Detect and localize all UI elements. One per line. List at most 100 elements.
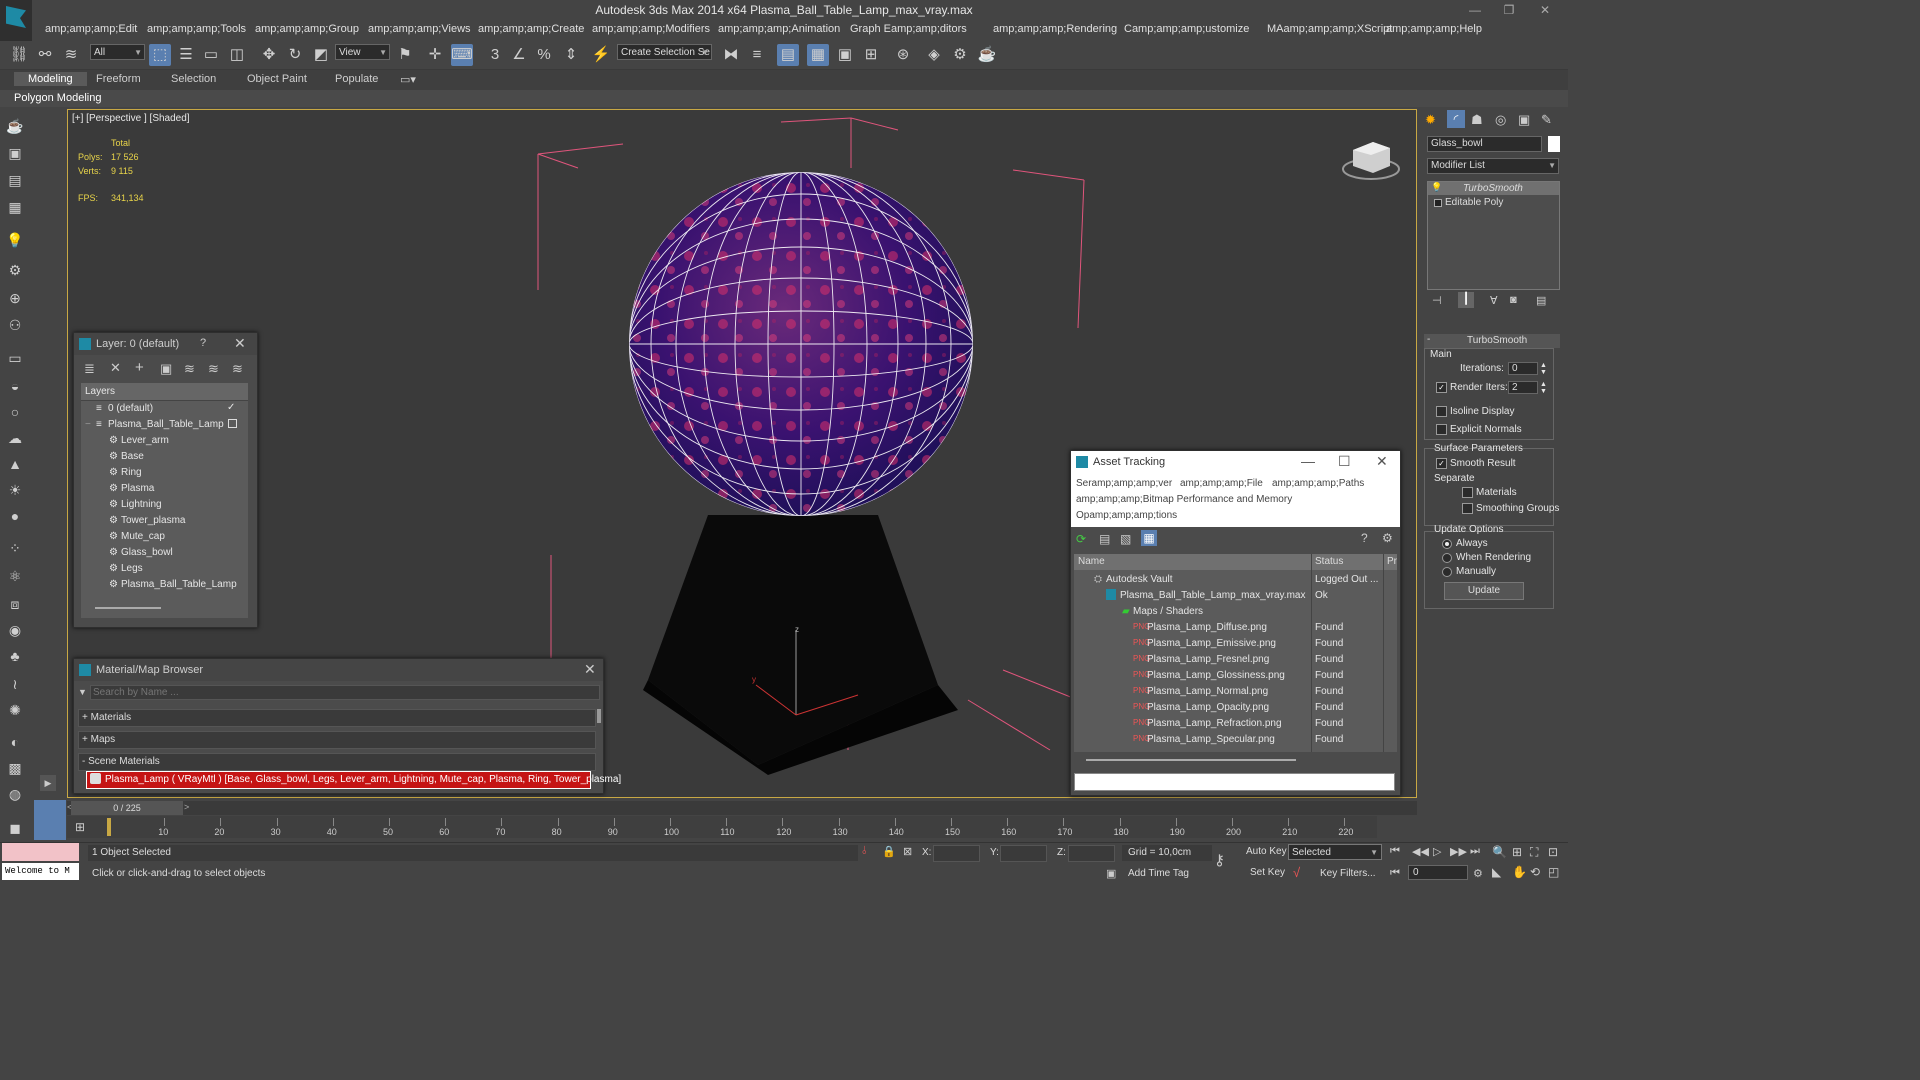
menu-server[interactable]: Seramp;amp;amp;ver — [1076, 478, 1172, 489]
new-layer-icon[interactable]: ≣ — [84, 361, 95, 377]
menu-rendering[interactable]: amp;amp;amp;Rendering — [993, 23, 1117, 35]
light-icon[interactable]: 💡 — [4, 230, 26, 250]
dynamics-icon[interactable]: ⚛ — [4, 566, 26, 586]
mirror-icon[interactable]: ⧓ — [720, 44, 742, 66]
table-view-icon[interactable]: ▦ — [1141, 530, 1157, 546]
material-search-input[interactable] — [90, 685, 600, 700]
bulb-icon[interactable]: 💡 — [1431, 182, 1442, 193]
pan-icon[interactable]: ✋ — [1512, 865, 1527, 879]
close-icon[interactable]: ✕ — [584, 661, 596, 678]
vfb-icon[interactable]: ▩ — [4, 758, 26, 778]
render-icon[interactable]: ☕ — [976, 44, 998, 66]
object-color-swatch[interactable] — [1548, 136, 1560, 152]
cloud-icon[interactable]: ☁ — [4, 428, 26, 448]
manually-radio[interactable] — [1442, 567, 1452, 577]
menu-edit[interactable]: amp;amp;amp;Edit — [45, 23, 137, 35]
percent-snap-icon[interactable]: % — [533, 44, 555, 66]
close-icon[interactable]: ✕ — [1536, 3, 1554, 17]
stack-item-editable-poly[interactable]: Editable Poly — [1428, 196, 1559, 209]
update-button[interactable]: Update — [1444, 582, 1524, 600]
bind-space-warp-icon[interactable]: ≋ — [60, 44, 82, 66]
help-icon[interactable]: ? — [1361, 531, 1368, 545]
layer-row[interactable]: ⚙ Lever_arm — [81, 433, 248, 449]
maximize-viewport-icon[interactable]: ◰ — [1548, 865, 1559, 879]
time-config-icon[interactable]: ⚙ — [1473, 867, 1483, 880]
named-selection-set-select[interactable]: Create Selection Se ▼ — [617, 44, 712, 60]
hierarchy-tab-icon[interactable]: ☗ — [1471, 112, 1483, 128]
scene-material-item[interactable]: Plasma_Lamp ( VRayMtl ) [Base, Glass_bow… — [86, 771, 621, 789]
asset-row[interactable]: PNG Plasma_Lamp_Opacity.png Found — [1074, 700, 1397, 716]
proxy-icon[interactable]: ⧈ — [4, 594, 26, 614]
absolute-mode-icon[interactable]: ⊠ — [903, 845, 912, 858]
zoom-all-icon[interactable]: ⊞ — [1512, 845, 1522, 859]
render-setup-icon[interactable]: ⚙ — [949, 44, 971, 66]
key-mode-icon[interactable]: √ — [1293, 865, 1300, 880]
browser-options-icon[interactable]: ▼ — [78, 687, 87, 697]
add-to-layer-icon[interactable]: + — [135, 359, 144, 376]
viewport-label[interactable]: [+] [Perspective ] [Shaded] — [72, 113, 190, 124]
object-name-field[interactable]: Glass_bowl — [1427, 136, 1542, 152]
hide-layer-icon[interactable]: ≋ — [208, 361, 219, 377]
lock-icon[interactable]: 🔒 — [882, 845, 896, 858]
link-icon[interactable]: ⛓ — [8, 44, 30, 66]
edit-named-selection-icon[interactable]: ⚡ — [590, 44, 612, 66]
asset-row[interactable]: PNG Plasma_Lamp_Normal.png Found — [1074, 684, 1397, 700]
layer-row[interactable]: ≡ 0 (default) ✓ — [81, 401, 248, 417]
always-radio[interactable] — [1442, 539, 1452, 549]
spinner-arrows-icon[interactable]: ▲ ▼ — [1540, 381, 1547, 395]
next-frame-icon[interactable]: > — [184, 802, 189, 812]
tree-view-icon[interactable]: ▧ — [1120, 532, 1131, 546]
display-tab-icon[interactable]: ▣ — [1518, 112, 1530, 128]
helper-icon[interactable]: ⊕ — [4, 288, 26, 308]
selection-filter-select[interactable]: All ▼ — [90, 44, 145, 60]
ribbon-options-icon[interactable]: ▭▾ — [400, 73, 416, 86]
asset-row[interactable]: PNG Plasma_Lamp_Emissive.png Found — [1074, 636, 1397, 652]
horizontal-scrollbar[interactable] — [95, 607, 161, 609]
make-unique-icon[interactable]: ∀ — [1490, 294, 1498, 307]
spinner-arrows-icon[interactable]: ▲ ▼ — [1540, 362, 1547, 376]
menu-options[interactable]: Opamp;amp;amp;tions — [1076, 510, 1177, 521]
teapot-icon[interactable]: ☕ — [4, 116, 26, 136]
materials-checkbox[interactable] — [1462, 487, 1473, 498]
window-crossing-icon[interactable]: ◫ — [226, 44, 248, 66]
column-status[interactable]: Status — [1315, 556, 1343, 567]
tab-freeform[interactable]: Freeform — [96, 73, 141, 85]
filter-icon[interactable]: ⊞ — [75, 820, 85, 834]
layer-row[interactable]: − ≡ Plasma_Ball_Table_Lamp — [81, 417, 248, 433]
go-to-end-icon[interactable]: ⏭ — [1470, 845, 1480, 858]
render-vray-icon[interactable]: ◍ — [4, 784, 26, 804]
y-coordinate-field[interactable] — [1000, 845, 1047, 862]
snaps-toggle-icon[interactable]: 3 — [484, 44, 506, 66]
camera-icon[interactable]: ⚙ — [4, 260, 26, 280]
rotate-icon[interactable]: ↻ — [284, 44, 306, 66]
manipulate-icon[interactable]: ✛ — [424, 44, 446, 66]
list-view-icon[interactable]: ▤ — [1099, 532, 1110, 546]
play-icon[interactable]: ▷ — [1433, 845, 1441, 858]
expand-icon[interactable] — [1434, 199, 1442, 207]
material-editor-icon[interactable]: ◈ — [923, 44, 945, 66]
cone-icon[interactable]: ▲ — [4, 454, 26, 474]
modifier-list-select[interactable]: Modifier List ▼ — [1427, 158, 1559, 174]
highlight-layer-icon[interactable]: ≋ — [184, 361, 195, 377]
materials-section[interactable]: + Materials — [78, 709, 596, 727]
remove-modifier-icon[interactable]: ◙ — [1510, 294, 1517, 306]
menu-paths[interactable]: amp;amp;amp;Paths — [1272, 478, 1364, 489]
fur-icon[interactable]: ✺ — [4, 700, 26, 720]
minimize-icon[interactable]: — — [1301, 453, 1315, 469]
show-end-result-icon[interactable]: ┃ — [1458, 292, 1474, 308]
time-slider-thumb[interactable]: 0 / 225 — [71, 801, 183, 815]
settings-icon[interactable]: ⚙ — [1382, 531, 1393, 545]
angle-snap-icon[interactable]: ∠ — [508, 44, 530, 66]
utilities-tab-icon[interactable]: ✎ — [1541, 112, 1552, 128]
curve-editor-icon[interactable]: ⊞ — [860, 44, 882, 66]
next-key-icon[interactable]: ▶▶ — [1450, 845, 1467, 858]
list-icon[interactable]: ▤ — [4, 170, 26, 190]
scene-materials-section[interactable]: - Scene Materials — [78, 753, 596, 771]
select-by-name-icon[interactable]: ☰ — [175, 44, 197, 66]
explicit-normals-checkbox[interactable] — [1436, 424, 1447, 435]
menu-animation[interactable]: amp;amp;amp;Animation — [718, 23, 840, 35]
maximize-icon[interactable]: ☐ — [1338, 453, 1351, 470]
menu-views[interactable]: amp;amp;amp;Views — [368, 23, 471, 35]
cube-icon[interactable]: ◼ — [4, 818, 26, 838]
globe-icon[interactable]: ◉ — [4, 620, 26, 640]
